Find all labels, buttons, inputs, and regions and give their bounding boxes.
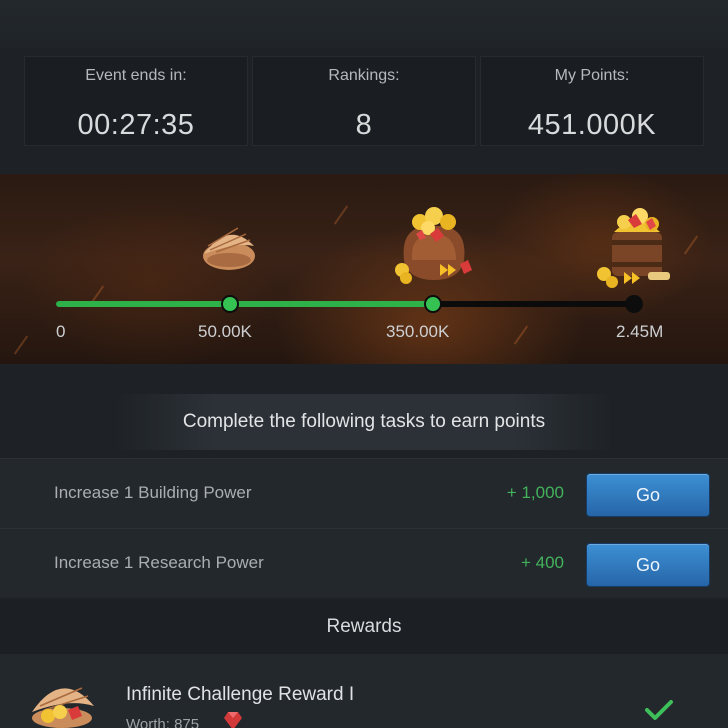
reward-row[interactable]: Infinite Challenge Reward I Worth: 875 (0, 654, 728, 728)
milestone-label-2-45m: 2.45M (616, 322, 664, 341)
progress-fill (56, 301, 433, 307)
task-points: + 1,000 (506, 483, 564, 502)
clam-shell-icon[interactable] (196, 216, 262, 274)
check-icon (645, 700, 673, 720)
my-points-label: My Points: (554, 67, 630, 84)
gem-icon (224, 712, 242, 728)
treasure-sack-icon[interactable] (390, 204, 482, 288)
task-name: Increase 1 Research Power (54, 553, 264, 572)
section-divider (0, 367, 728, 392)
go-button[interactable]: Go (586, 543, 710, 587)
event-ends-value: 00:27:35 (77, 109, 195, 141)
reward-title: Infinite Challenge Reward I (126, 684, 355, 705)
event-timer-panel: Event ends in: 00:27:35 (24, 56, 248, 146)
my-points-panel: My Points: 451.000K (480, 56, 704, 146)
my-points-value: 451.000K (527, 109, 657, 141)
treasure-barrel-icon[interactable] (592, 202, 684, 290)
milestone-node-50k (221, 295, 239, 313)
milestone-node-2-45m (625, 295, 643, 313)
milestone-node-350k (424, 295, 442, 313)
rewards-heading: Rewards (0, 600, 728, 654)
go-button[interactable]: Go (586, 473, 710, 517)
task-points: + 400 (520, 553, 564, 572)
task-name: Increase 1 Building Power (54, 483, 252, 502)
rankings-panel[interactable]: Rankings: 8 (252, 56, 476, 146)
clam-shell-icon (32, 687, 94, 728)
reward-worth: Worth: 875 (126, 716, 200, 728)
event-stats: Event ends in: 00:27:35 Rankings: 8 My P… (24, 56, 704, 146)
milestone-label-350k: 350.00K (386, 322, 450, 341)
top-bar (0, 0, 728, 48)
tasks-heading: Complete the following tasks to earn poi… (114, 394, 614, 450)
rankings-value: 8 (355, 109, 373, 141)
task-row: Increase 1 Research Power + 400 Go (0, 528, 728, 598)
progress-banner: 0 50.00K 350.00K 2.45M (0, 174, 728, 364)
rankings-label: Rankings: (328, 67, 400, 84)
task-row: Increase 1 Building Power + 1,000 Go (0, 458, 728, 528)
milestone-label-50k: 50.00K (198, 322, 252, 341)
milestone-label-0: 0 (56, 322, 66, 341)
event-ends-label: Event ends in: (85, 67, 187, 84)
